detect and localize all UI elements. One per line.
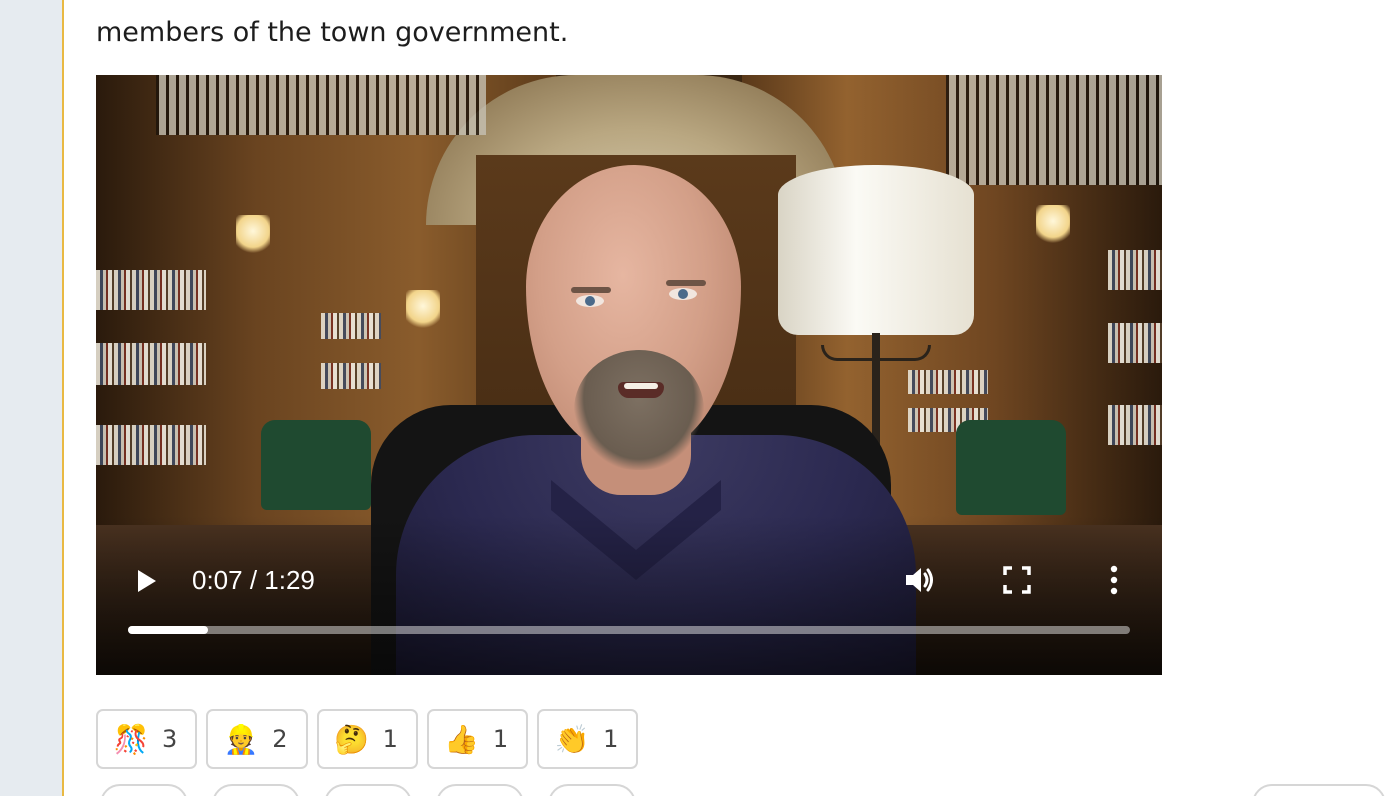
time-readout: 0:07 / 1:29 (192, 565, 315, 595)
reaction-count: 1 (492, 725, 509, 753)
fullscreen-button[interactable] (1001, 564, 1033, 596)
volume-button[interactable] (902, 562, 938, 598)
play-icon (138, 570, 156, 592)
video-player[interactable]: 0:07 / 1:29 (96, 75, 1162, 675)
reaction-button[interactable]: 👷 2 (206, 709, 308, 769)
clapping-hands-icon: 👏 (554, 722, 590, 756)
action-button[interactable] (212, 784, 300, 796)
reaction-button[interactable]: 👏 1 (537, 709, 639, 769)
more-vertical-icon (1110, 565, 1118, 595)
confetti-icon: 🎊 (113, 722, 149, 756)
reactions-row: 🎊 3 👷 2 🤔 1 👍 1 👏 1 (96, 709, 639, 769)
fullscreen-icon (1003, 566, 1031, 594)
action-button[interactable] (436, 784, 524, 796)
left-gutter (0, 0, 62, 796)
reaction-count: 2 (272, 725, 288, 753)
reaction-button[interactable]: 🤔 1 (316, 709, 418, 769)
more-options-button[interactable] (1100, 562, 1128, 598)
post-text-line: members of the town government. (96, 17, 569, 48)
action-button[interactable] (324, 784, 412, 796)
thumbs-up-icon: 👍 (444, 722, 480, 756)
progress-fill (128, 626, 209, 634)
action-button[interactable] (100, 784, 188, 796)
thread-accent-rule (62, 0, 64, 796)
action-button[interactable] (548, 784, 636, 796)
progress-bar[interactable] (128, 626, 1130, 634)
reaction-count: 1 (382, 725, 398, 753)
volume-icon (906, 568, 933, 592)
reaction-button[interactable]: 🎊 3 (96, 709, 198, 769)
thinking-face-icon: 🤔 (334, 722, 369, 756)
video-controls: 0:07 / 1:29 (96, 75, 1162, 675)
action-button[interactable] (1252, 784, 1386, 796)
construction-worker-icon: 👷 (223, 722, 259, 756)
reaction-count: 3 (162, 725, 178, 753)
play-button[interactable] (130, 565, 160, 595)
reaction-button[interactable]: 👍 1 (426, 709, 529, 769)
reaction-count: 1 (603, 725, 619, 753)
